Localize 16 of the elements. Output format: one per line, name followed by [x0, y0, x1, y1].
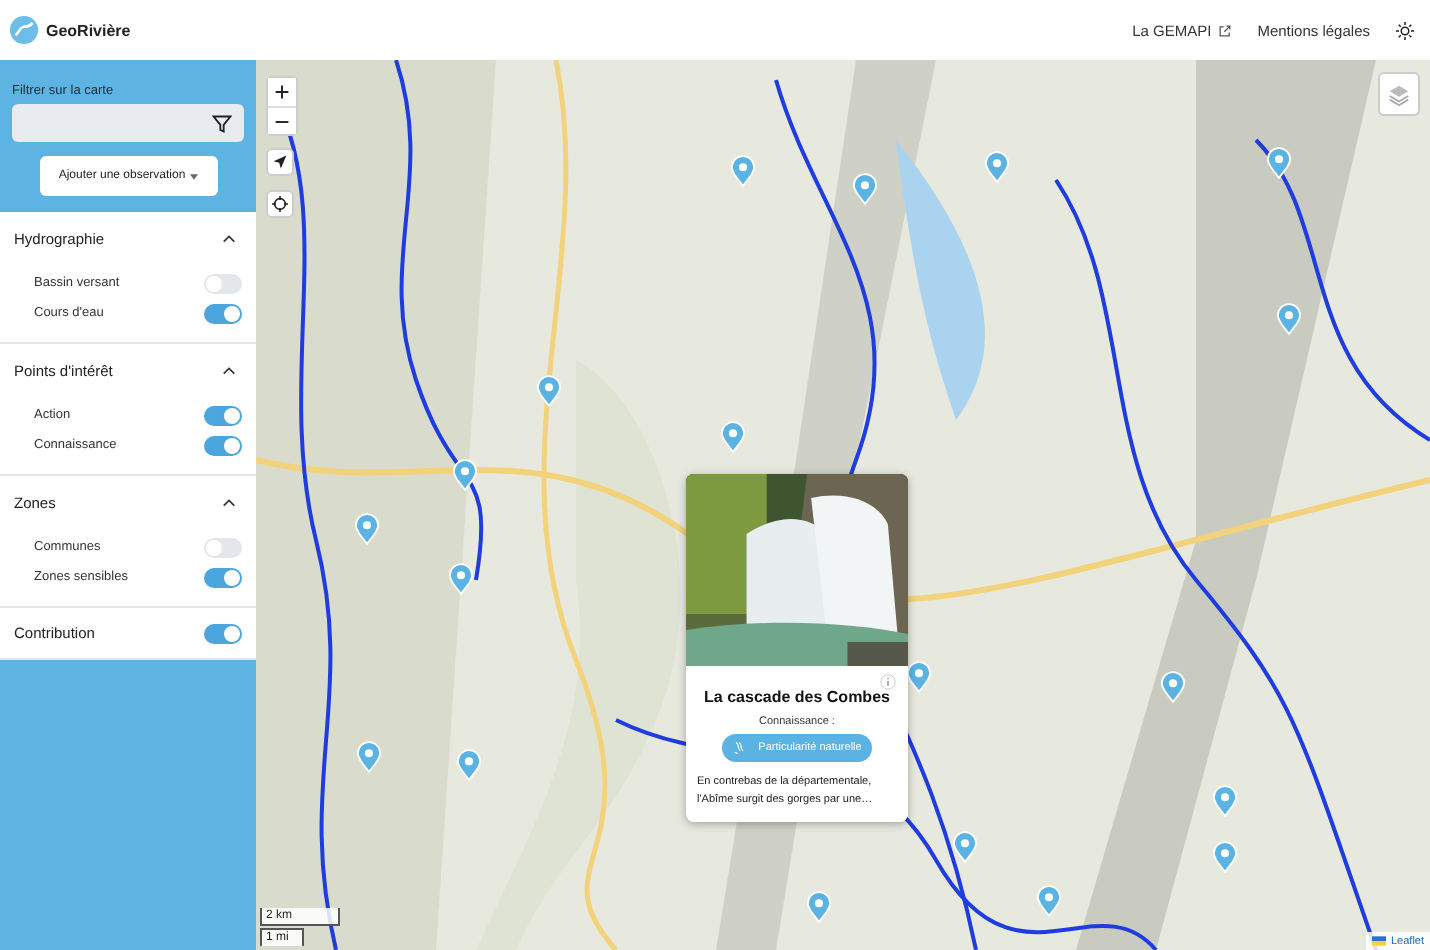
- toggle-switch[interactable]: [204, 273, 242, 293]
- chevron-icon[interactable]: [222, 234, 236, 244]
- sun-icon[interactable]: [1396, 21, 1414, 39]
- toggle-switch[interactable]: [204, 405, 242, 425]
- toggle-switch[interactable]: [204, 537, 242, 557]
- app-name: GeoRivière: [46, 21, 131, 39]
- logo-icon: [10, 16, 38, 44]
- toggle-switch[interactable]: [204, 435, 242, 455]
- chevron-icon[interactable]: [222, 366, 236, 376]
- caret-icon: [189, 173, 198, 179]
- toggle-switch[interactable]: [204, 567, 242, 587]
- filter-icon: [212, 113, 232, 133]
- filter-field[interactable]: [12, 104, 244, 142]
- toggle-switch[interactable]: [204, 623, 242, 643]
- chevron-icon[interactable]: [222, 498, 236, 508]
- toggle-switch[interactable]: [204, 303, 242, 323]
